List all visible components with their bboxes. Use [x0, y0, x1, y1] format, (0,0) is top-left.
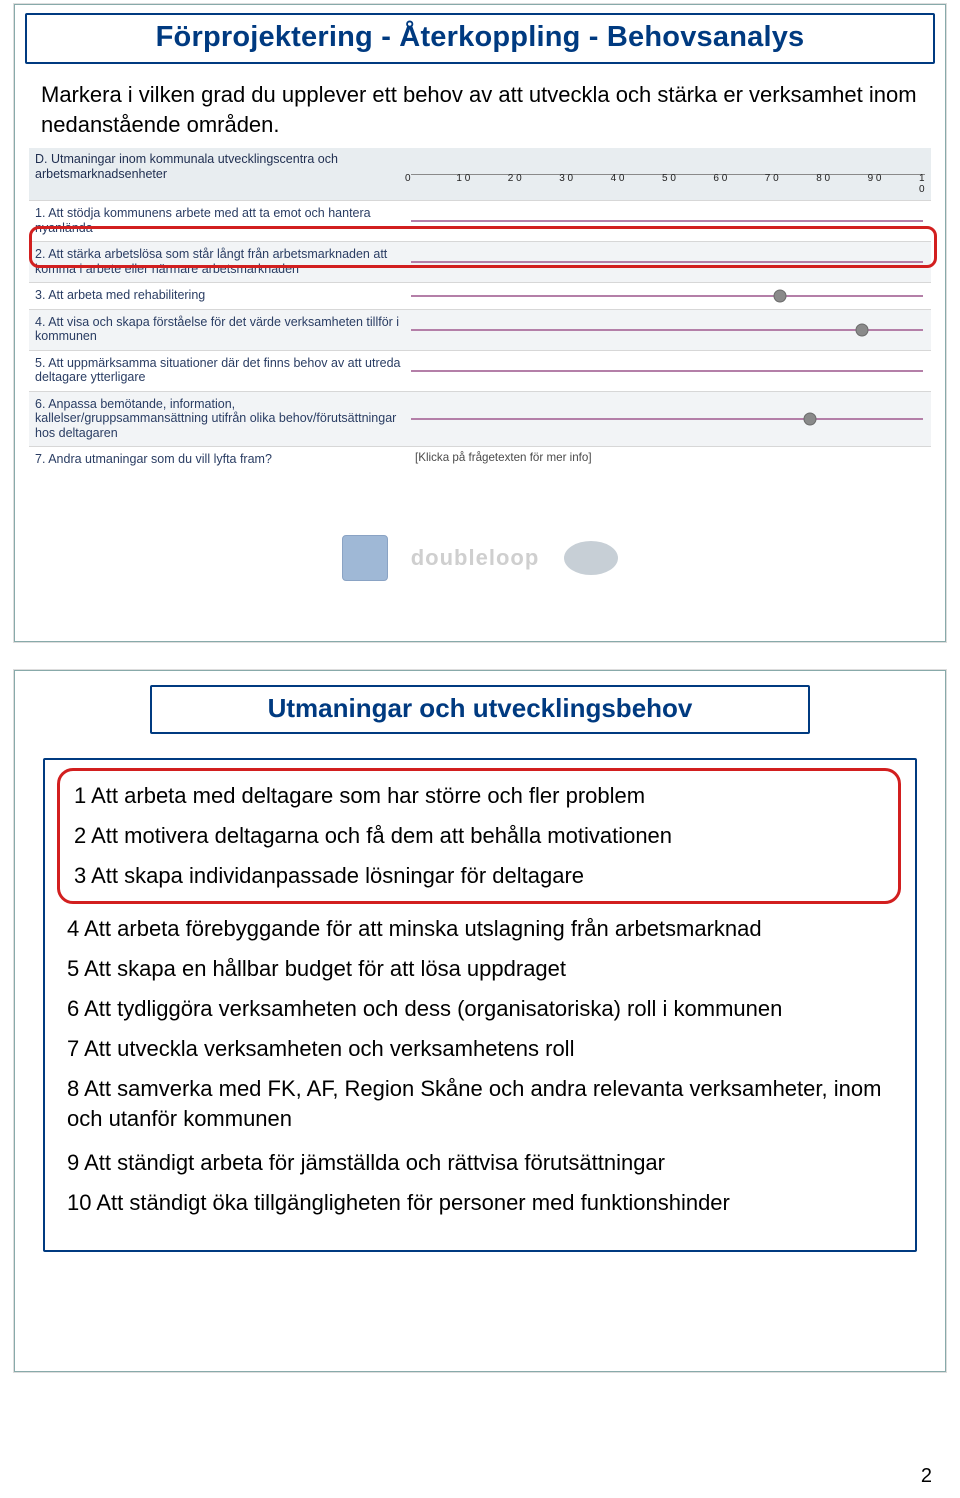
slide1-intro: Markera i vilken grad du upplever ett be…	[41, 80, 919, 140]
question-row: 7. Andra utmaningar som du vill lyfta fr…	[29, 446, 931, 473]
list-item: 8 Att samverka med FK, AF, Region Skåne …	[67, 1074, 895, 1134]
slide1-title: Förprojektering - Återkoppling - Behovsa…	[37, 21, 923, 54]
tick-label: 6 0	[713, 173, 727, 184]
slide2-body: 1 Att arbeta med deltagare som har störr…	[43, 758, 917, 1252]
list-item: 6 Att tydliggöra verksamheten och dess (…	[67, 994, 895, 1024]
list-item: 1 Att arbeta med deltagare som har störr…	[74, 781, 884, 811]
tick-label: 2 0	[508, 173, 522, 184]
section-d-header: D. Utmaningar inom kommunala utvecklings…	[29, 148, 931, 200]
list-item: 3 Att skapa individanpassade lösningar f…	[74, 861, 884, 891]
list-item: 9 Att ständigt arbeta för jämställda och…	[67, 1148, 895, 1178]
slide2-title-box: Utmaningar och utvecklingsbehov	[150, 685, 810, 734]
highlight-box-row2	[29, 226, 937, 268]
logo-oval-icon	[564, 541, 618, 575]
question-row: 6. Anpassa bemötande, information, kalle…	[29, 391, 931, 447]
list-item: 10 Att ständigt öka tillgängligheten för…	[67, 1188, 895, 1218]
slider-handle[interactable]	[804, 412, 817, 425]
question-text: 6. Anpassa bemötande, information, kalle…	[29, 392, 411, 447]
section-d-letter: D.	[35, 152, 48, 166]
axis-ticks: 01 02 03 04 05 06 07 08 09 01 0	[411, 174, 925, 189]
footer-logos: doubleloop	[15, 535, 945, 581]
slider-track[interactable]	[411, 295, 923, 297]
list-item: 4 Att arbeta förebyggande för att minska…	[67, 914, 895, 944]
tick-label: 4 0	[611, 173, 625, 184]
logo-doubleloop: doubleloop	[411, 545, 540, 571]
highlight-box-items-1-3: 1 Att arbeta med deltagare som har störr…	[57, 768, 901, 904]
slider-handle[interactable]	[773, 289, 786, 302]
slider-track[interactable]	[411, 220, 923, 222]
question-info-hint: [Klicka på frågetexten för mer info]	[415, 451, 592, 464]
page-number: 2	[921, 1465, 932, 1488]
tick-label: 7 0	[765, 173, 779, 184]
tick-label: 9 0	[868, 173, 882, 184]
slider-track[interactable]	[411, 329, 923, 331]
slider-track[interactable]	[411, 370, 923, 372]
tick-label: 0	[405, 173, 411, 184]
tick-label: 8 0	[816, 173, 830, 184]
list-item: 2 Att motivera deltagarna och få dem att…	[74, 821, 884, 851]
slide2-title: Utmaningar och utvecklingsbehov	[162, 693, 798, 724]
slider-track[interactable]	[411, 418, 923, 420]
slider-handle[interactable]	[855, 323, 868, 336]
question-text: 3. Att arbeta med rehabilitering	[29, 283, 411, 309]
question-text: 4. Att visa och skapa förståelse för det…	[29, 310, 411, 350]
tick-label: 5 0	[662, 173, 676, 184]
slide-1: Förprojektering - Återkoppling - Behovsa…	[14, 4, 946, 642]
question-row: 3. Att arbeta med rehabilitering	[29, 282, 931, 309]
tick-label: 1 0	[919, 173, 925, 195]
survey-chart: Inget behov Stort behov D. Utmaningar in…	[29, 148, 931, 473]
question-row: 5. Att uppmärksamma situationer där det …	[29, 350, 931, 391]
question-text: 7. Andra utmaningar som du vill lyfta fr…	[29, 447, 411, 473]
slide1-title-box: Förprojektering - Återkoppling - Behovsa…	[25, 13, 935, 64]
question-text: 5. Att uppmärksamma situationer där det …	[29, 351, 411, 391]
list-item: 7 Att utveckla verksamheten och verksamh…	[67, 1034, 895, 1064]
question-row: 4. Att visa och skapa förståelse för det…	[29, 309, 931, 350]
list-item: 5 Att skapa en hållbar budget för att lö…	[67, 954, 895, 984]
tick-label: 1 0	[456, 173, 470, 184]
tick-label: 3 0	[559, 173, 573, 184]
section-d-text: Utmaningar inom kommunala utvecklingscen…	[35, 152, 338, 181]
slide-2: Utmaningar och utvecklingsbehov 1 Att ar…	[14, 670, 946, 1372]
logo-square-icon	[342, 535, 388, 581]
